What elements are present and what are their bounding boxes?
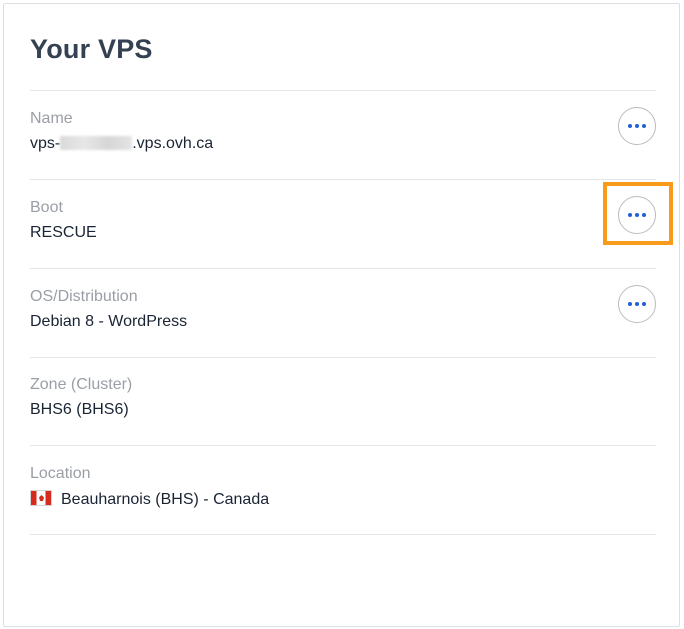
ellipsis-icon xyxy=(628,213,646,217)
os-value: Debian 8 - WordPress xyxy=(30,313,188,330)
zone-value: BHS6 (BHS6) xyxy=(30,401,129,418)
canada-flag-icon xyxy=(30,490,52,506)
row-zone: Zone (Cluster) BHS6 (BHS6) xyxy=(30,357,656,445)
boot-label: Boot xyxy=(30,199,63,216)
boot-value: RESCUE xyxy=(30,224,97,241)
name-label: Name xyxy=(30,110,73,127)
os-label: OS/Distribution xyxy=(30,288,138,305)
name-value-prefix: vps- xyxy=(30,135,61,152)
card-title: Your VPS xyxy=(30,34,153,64)
location-text: Beauharnois (BHS) - Canada xyxy=(61,491,270,508)
location-value: Beauharnois (BHS) - Canada xyxy=(30,490,269,509)
divider xyxy=(30,534,656,535)
name-value-suffix: .vps.ovh.ca xyxy=(132,135,214,152)
row-location: Location Beauharnois (BHS) - Canada xyxy=(30,446,656,534)
ellipsis-icon xyxy=(628,124,646,128)
name-actions-button[interactable] xyxy=(618,107,656,145)
location-label: Location xyxy=(30,465,91,482)
redacted-blur xyxy=(60,136,133,150)
row-boot: Boot RESCUE xyxy=(30,180,656,268)
row-name: Name vps- .vps.ovh.ca xyxy=(30,91,656,179)
name-value: vps- .vps.ovh.ca xyxy=(30,135,213,153)
zone-label: Zone (Cluster) xyxy=(30,376,133,393)
vps-info-card: Your VPS Name vps- .vps.ovh.ca Boot RESCU… xyxy=(3,3,680,627)
os-actions-button[interactable] xyxy=(618,285,656,323)
boot-actions-button[interactable] xyxy=(618,196,656,234)
row-os-distribution: OS/Distribution Debian 8 - WordPress xyxy=(30,269,656,357)
ellipsis-icon xyxy=(628,302,646,306)
